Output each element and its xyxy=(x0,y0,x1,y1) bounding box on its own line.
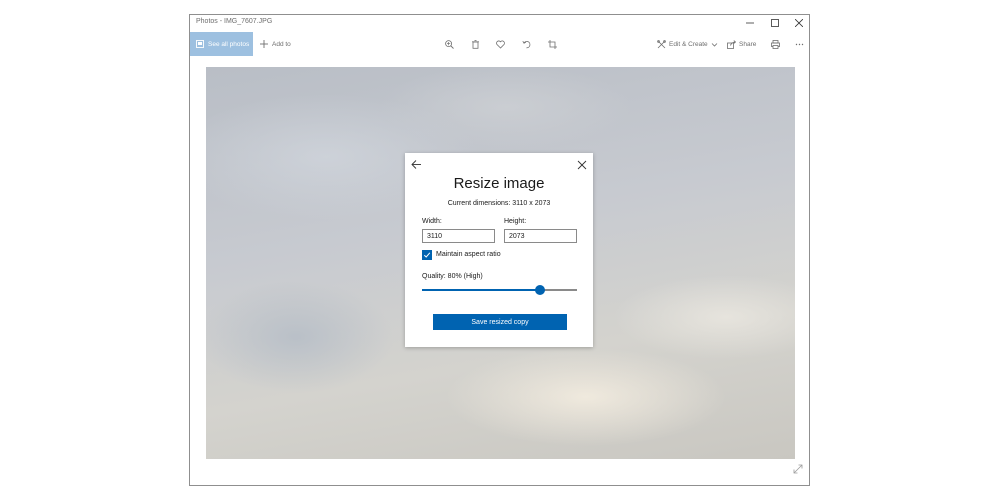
arrow-left-icon xyxy=(411,160,421,169)
chevron-down-icon xyxy=(711,42,717,47)
see-all-photos-button[interactable]: See all photos xyxy=(190,32,253,56)
minimize-button[interactable] xyxy=(738,15,762,31)
width-input[interactable] xyxy=(422,229,495,243)
share-button[interactable]: Share xyxy=(727,32,756,56)
current-dimensions: Current dimensions: 3110 x 2073 xyxy=(447,200,551,207)
edit-create-label: Edit & Create xyxy=(669,40,708,48)
width-label: Width: xyxy=(422,218,442,225)
dialog-title: Resize image xyxy=(453,175,545,192)
rotate-icon xyxy=(521,40,530,48)
maximize-icon xyxy=(771,19,779,27)
delete-icon xyxy=(471,39,479,49)
window-title: Photos - IMG_7607.JPG xyxy=(196,18,273,25)
print-icon xyxy=(770,39,780,49)
back-button[interactable] xyxy=(411,157,422,175)
close-icon xyxy=(577,160,587,170)
heart-icon xyxy=(495,40,505,49)
more-icon xyxy=(795,43,803,45)
edit-create-button[interactable]: Edit & Create xyxy=(657,32,718,56)
add-to-button[interactable]: Add to xyxy=(260,32,291,56)
quality-slider-fill xyxy=(422,289,540,291)
delete-button[interactable] xyxy=(468,32,482,56)
quality-slider[interactable] xyxy=(422,285,577,295)
crop-button[interactable] xyxy=(545,32,559,56)
rotate-button[interactable] xyxy=(519,32,533,56)
quality-label: Quality: 80% (High) xyxy=(422,273,483,280)
edit-create-icon xyxy=(657,39,666,48)
expand-icon xyxy=(793,464,803,474)
see-all-photos-label: See all photos xyxy=(208,40,250,48)
height-input[interactable] xyxy=(504,229,577,243)
title-bar: Photos - IMG_7607.JPG xyxy=(190,15,809,31)
more-button[interactable] xyxy=(792,32,806,56)
toolbar: See all photos Add to Edit & Create Shar… xyxy=(190,32,809,56)
favorite-button[interactable] xyxy=(493,32,507,56)
maintain-aspect-checkbox[interactable] xyxy=(422,250,432,260)
close-dialog-button[interactable] xyxy=(577,157,587,175)
share-label: Share xyxy=(739,40,757,48)
crop-icon xyxy=(547,39,557,49)
height-label: Height: xyxy=(504,218,527,225)
share-icon xyxy=(727,39,736,49)
close-icon xyxy=(795,19,803,27)
resize-dialog: Resize image Current dimensions: 3110 x … xyxy=(405,153,593,347)
maximize-button[interactable] xyxy=(763,15,787,31)
quality-slider-thumb[interactable] xyxy=(534,285,545,295)
add-to-label: Add to xyxy=(272,40,291,48)
photos-icon xyxy=(196,40,204,48)
print-button[interactable] xyxy=(768,32,782,56)
zoom-button[interactable] xyxy=(442,32,456,56)
save-resized-copy-button[interactable]: Save resized copy xyxy=(433,314,567,330)
maintain-aspect-label: Maintain aspect ratio xyxy=(436,251,501,258)
full-screen-button[interactable] xyxy=(793,461,803,479)
minimize-icon xyxy=(746,22,754,24)
close-window-button[interactable] xyxy=(787,15,809,31)
plus-icon xyxy=(260,40,268,48)
checkmark-icon xyxy=(423,252,431,258)
zoom-in-icon xyxy=(444,39,454,49)
